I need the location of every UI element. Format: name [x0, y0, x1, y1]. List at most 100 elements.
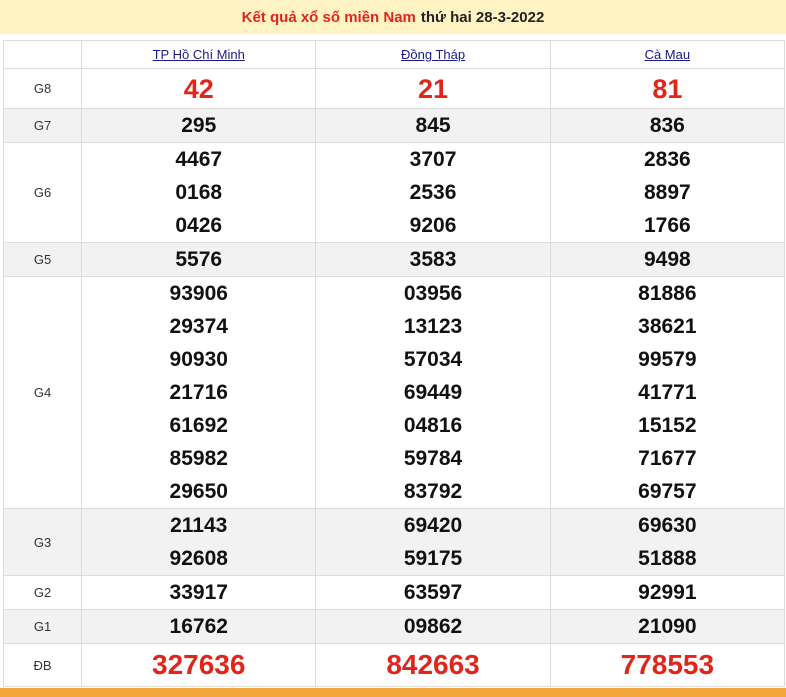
lottery-results-table: TP Hồ Chí Minh Đồng Tháp Cà Mau G8 42 21…	[2, 40, 786, 687]
prize-number: 29374	[169, 315, 228, 338]
province-link-dong-thap[interactable]: Đồng Tháp	[401, 47, 465, 62]
prize-number: 0426	[175, 214, 223, 237]
prize-row-g5: G5 5576 3583 9498	[2, 242, 786, 277]
prize-cell: 4467 0168 0426	[81, 142, 317, 243]
prize-number: 59784	[403, 447, 463, 470]
prize-number: 21143	[170, 514, 228, 537]
prize-row-g4: G4 93906 29374 90930 21716 61692 85982 2…	[2, 276, 786, 509]
jackpot-number: 778553	[620, 649, 715, 680]
prize-cell: 3583	[315, 242, 551, 277]
prize-cell: 836	[549, 108, 786, 143]
prize-cell: 03956 13123 57034 69449 04816 59784 8379…	[315, 276, 551, 509]
prize-number: 09862	[403, 615, 463, 638]
province-link-hcm[interactable]: TP Hồ Chí Minh	[153, 47, 245, 62]
prize-cell: 16762	[81, 609, 317, 644]
prize-number: 9206	[409, 214, 457, 237]
prize-cell: 09862	[315, 609, 551, 644]
prize-number: 92608	[169, 547, 228, 570]
prize-number: 295	[181, 114, 217, 137]
prize-label: G6	[2, 142, 83, 243]
prize-number: 2836	[643, 148, 691, 171]
prize-number: 38621	[638, 315, 697, 338]
prize-number: 81886	[638, 282, 697, 305]
prize-number: 93906	[169, 282, 228, 305]
prize-number: 3583	[409, 248, 457, 271]
prize-number: 0168	[175, 181, 223, 204]
prize-row-g1: G1 16762 09862 21090	[2, 609, 786, 644]
province-header: TP Hồ Chí Minh	[81, 40, 317, 69]
prize-cell: 81886 38621 99579 41771 15152 71677 6975…	[549, 276, 786, 509]
prize-number: 4467	[175, 148, 223, 171]
jackpot-number: 327636	[152, 649, 246, 680]
prize-row-g7: G7 295 845 836	[2, 108, 786, 143]
prize-number: 845	[415, 114, 451, 137]
prize-number: 41771	[638, 381, 697, 404]
prize-label: G2	[2, 575, 83, 610]
prize-cell: 5576	[81, 242, 317, 277]
prize-cell: 3707 2536 9206	[315, 142, 551, 243]
prize-label: G3	[2, 508, 83, 576]
prize-number: 33917	[169, 581, 228, 604]
prize-row-g3: G3 21143 92608 69420 59175 69630 51888	[2, 508, 786, 576]
prize-number: 69420	[403, 514, 463, 537]
prize-number: 99579	[638, 348, 697, 371]
prize-cell: 21090	[549, 609, 786, 644]
province-header: Đồng Tháp	[315, 40, 551, 69]
prize-number: 69757	[638, 480, 697, 503]
prize-number: 04816	[403, 414, 463, 437]
prize-number: 29650	[169, 480, 228, 503]
prize-label: G1	[2, 609, 83, 644]
prize-cell: 63597	[315, 575, 551, 610]
prize-label: G7	[2, 108, 83, 143]
results-date: thứ hai 28-3-2022	[420, 8, 545, 26]
prize-number: 81	[652, 73, 683, 104]
prize-number: 3707	[409, 148, 457, 171]
prize-number: 42	[183, 73, 214, 104]
prize-cell: 69630 51888	[549, 508, 786, 576]
prize-number: 1766	[643, 214, 691, 237]
prize-row-g6: G6 4467 0168 0426 3707 2536 9206 2836 88…	[2, 142, 786, 243]
prize-number: 63597	[403, 581, 463, 604]
prize-cell: 845	[315, 108, 551, 143]
prize-number: 90930	[169, 348, 228, 371]
prize-cell: 33917	[81, 575, 317, 610]
results-title-bar: Kết quả xổ số miền Nam thứ hai 28-3-2022	[0, 0, 786, 34]
prize-cell: 92991	[549, 575, 786, 610]
prize-cell: 69420 59175	[315, 508, 551, 576]
prize-cell: 93906 29374 90930 21716 61692 85982 2965…	[81, 276, 317, 509]
prize-number: 9498	[643, 248, 691, 271]
prize-label: G5	[2, 242, 83, 277]
prize-cell: 2836 8897 1766	[549, 142, 786, 243]
province-header-row: TP Hồ Chí Minh Đồng Tháp Cà Mau	[2, 40, 786, 69]
bottom-orange-bar	[0, 688, 786, 697]
prize-cell: 295	[81, 108, 317, 143]
jackpot-number: 842663	[386, 649, 480, 680]
province-header: Cà Mau	[549, 40, 786, 69]
prize-cell: 81	[549, 68, 786, 109]
prize-number: 21090	[638, 615, 697, 638]
prize-row-g2: G2 33917 63597 92991	[2, 575, 786, 610]
prize-number: 16762	[169, 615, 228, 638]
prize-number: 59175	[403, 547, 463, 570]
prize-cell: 842663	[315, 643, 551, 687]
prize-number: 69630	[638, 514, 697, 537]
prize-number: 5576	[175, 248, 223, 271]
prize-row-g8: G8 42 21 81	[2, 68, 786, 109]
prize-number: 92991	[638, 581, 697, 604]
prize-number: 61692	[169, 414, 228, 437]
prize-label: ĐB	[2, 643, 83, 687]
prize-number: 57034	[403, 348, 463, 371]
prize-label: G8	[2, 68, 83, 109]
prize-cell: 21143 92608	[81, 508, 317, 576]
prize-cell: 42	[81, 68, 317, 109]
prize-label: G4	[2, 276, 83, 509]
prize-cell: 21	[315, 68, 551, 109]
prize-number: 51888	[638, 547, 697, 570]
prize-number: 85982	[169, 447, 228, 470]
results-title-link[interactable]: Kết quả xổ số miền Nam	[242, 9, 416, 26]
province-link-ca-mau[interactable]: Cà Mau	[645, 47, 691, 62]
prize-label-header	[2, 40, 83, 69]
prize-number: 2536	[409, 181, 457, 204]
prize-number: 21	[418, 73, 449, 104]
prize-number: 03956	[403, 282, 463, 305]
